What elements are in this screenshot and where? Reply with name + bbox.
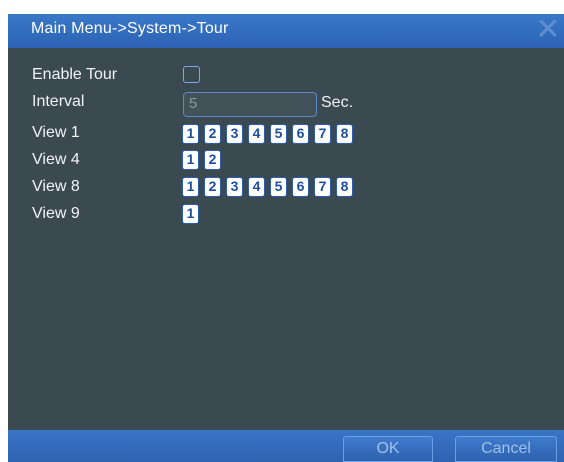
view-label: View 4 <box>32 151 80 168</box>
channel-button-1[interactable]: 1 <box>182 150 199 170</box>
channel-button-2[interactable]: 2 <box>204 150 221 170</box>
channel-button-3[interactable]: 3 <box>226 124 243 144</box>
channel-button-7[interactable]: 7 <box>314 177 331 197</box>
interval-label: Interval <box>32 93 85 110</box>
button-bar: OK Cancel <box>8 430 564 462</box>
channel-button-6[interactable]: 6 <box>292 177 309 197</box>
dialog-title: Main Menu->System->Tour <box>31 20 229 37</box>
channel-button-8[interactable]: 8 <box>336 177 353 197</box>
channel-button-1[interactable]: 1 <box>182 204 199 224</box>
close-icon[interactable]: ✕ <box>534 15 562 45</box>
channel-button-8[interactable]: 8 <box>336 124 353 144</box>
channel-button-2[interactable]: 2 <box>204 124 221 144</box>
interval-unit: Sec. <box>321 94 354 111</box>
view-label: View 8 <box>32 178 80 195</box>
title-bar: Main Menu->System->Tour ✕ <box>8 14 564 48</box>
cancel-button[interactable]: Cancel <box>455 436 557 462</box>
channel-button-4[interactable]: 4 <box>248 177 265 197</box>
ok-button[interactable]: OK <box>343 436 433 462</box>
channel-button-1[interactable]: 1 <box>182 177 199 197</box>
enable-tour-label: Enable Tour <box>32 66 118 83</box>
channel-button-5[interactable]: 5 <box>270 177 287 197</box>
view-label: View 9 <box>32 205 80 222</box>
channel-button-2[interactable]: 2 <box>204 177 221 197</box>
channel-button-7[interactable]: 7 <box>314 124 331 144</box>
view-label: View 1 <box>32 124 80 141</box>
enable-tour-checkbox[interactable] <box>183 66 200 83</box>
channel-button-5[interactable]: 5 <box>270 124 287 144</box>
channel-button-4[interactable]: 4 <box>248 124 265 144</box>
channel-button-3[interactable]: 3 <box>226 177 243 197</box>
tour-dialog: Main Menu->System->Tour ✕ Enable Tour In… <box>8 14 564 462</box>
channel-button-1[interactable]: 1 <box>182 124 199 144</box>
interval-input[interactable]: 5 <box>183 92 317 117</box>
channel-button-6[interactable]: 6 <box>292 124 309 144</box>
